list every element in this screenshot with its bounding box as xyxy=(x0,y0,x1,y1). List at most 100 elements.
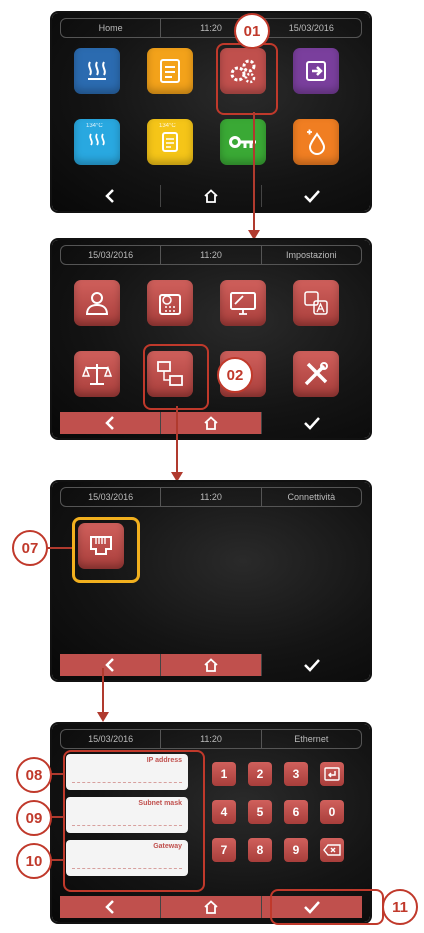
checkmark-icon xyxy=(304,190,320,203)
enter-key[interactable] xyxy=(320,762,344,786)
water-tile[interactable] xyxy=(293,119,339,165)
confirm-button[interactable] xyxy=(262,654,362,676)
chevron-left-icon xyxy=(105,416,114,430)
connectivity-navbar xyxy=(60,654,362,676)
settings-topbar: 15/03/2016 11:20 Impostazioni xyxy=(60,245,362,265)
back-button[interactable] xyxy=(60,412,161,434)
user-tile[interactable] xyxy=(74,280,120,326)
step-badge-01: 01 xyxy=(234,13,270,49)
confirm-button[interactable] xyxy=(262,412,362,434)
back-button[interactable] xyxy=(60,896,161,918)
calendar-clock-icon xyxy=(159,294,181,315)
sterilization-icon xyxy=(89,133,105,146)
checklist-icon xyxy=(160,59,180,83)
key-6[interactable]: 6 xyxy=(284,800,308,824)
home-icon xyxy=(204,900,218,914)
home-button[interactable] xyxy=(161,896,262,918)
connectivity-topbar: 15/03/2016 11:20 Connettività xyxy=(60,487,362,507)
confirm-button[interactable] xyxy=(262,185,362,207)
exit-icon xyxy=(306,61,326,81)
topbar-time: 11:20 xyxy=(161,246,262,264)
water-drop-icon xyxy=(307,129,326,155)
display-tile[interactable] xyxy=(220,280,266,326)
sterilization-tile[interactable]: 134°C xyxy=(74,119,120,165)
topbar-date: 15/03/2016 xyxy=(288,23,334,33)
scale-tile[interactable] xyxy=(74,351,120,397)
topbar-title: Home xyxy=(61,19,162,37)
chevron-left-icon xyxy=(105,189,114,203)
ethernet-topbar: 15/03/2016 11:20 Ethernet xyxy=(60,729,362,749)
key-3[interactable]: 3 xyxy=(284,762,308,786)
flow-connector xyxy=(176,406,178,476)
program-temp-label: 134°C xyxy=(159,123,176,129)
key-1[interactable]: 1 xyxy=(212,762,236,786)
step-badge-08: 08 xyxy=(16,757,52,793)
confirm-highlight xyxy=(270,889,384,925)
back-button[interactable] xyxy=(60,654,161,676)
key-7[interactable]: 7 xyxy=(212,838,236,862)
arrow-down-icon xyxy=(248,230,260,240)
topbar-date: 15/03/2016 xyxy=(61,730,162,748)
back-button[interactable] xyxy=(60,185,161,207)
topbar-title: Ethernet xyxy=(294,734,329,744)
home-screen: Home 11:20 15/03/2016 134°C 134°C xyxy=(52,13,370,211)
key-2[interactable]: 2 xyxy=(248,762,272,786)
home-button[interactable] xyxy=(161,185,262,207)
step-badge-07: 07 xyxy=(12,530,48,566)
checkmark-icon xyxy=(304,659,320,672)
topbar-time: 11:20 xyxy=(161,488,262,506)
chevron-left-icon xyxy=(105,658,114,672)
flow-connector xyxy=(102,668,104,716)
topbar-date: 15/03/2016 xyxy=(61,488,162,506)
language-tile[interactable] xyxy=(293,280,339,326)
enter-icon xyxy=(324,767,340,781)
program-icon xyxy=(162,132,178,152)
flow-connector xyxy=(253,112,255,234)
step-badge-10: 10 xyxy=(16,843,52,879)
home-topbar: Home 11:20 15/03/2016 xyxy=(60,18,362,38)
sterilization-temp-label: 134°C xyxy=(86,123,103,129)
topbar-title: Impostazioni xyxy=(286,250,337,260)
arrow-down-icon xyxy=(171,472,183,482)
settings-navbar xyxy=(60,412,362,434)
home-icon xyxy=(204,189,218,203)
step-badge-11: 11 xyxy=(382,889,418,925)
user-icon xyxy=(85,292,109,315)
key-9[interactable]: 9 xyxy=(284,838,308,862)
ethernet-highlight xyxy=(72,517,140,583)
settings-highlight xyxy=(216,43,278,115)
connectivity-highlight xyxy=(143,344,209,410)
flow-connector xyxy=(44,547,72,549)
heating-icon xyxy=(88,61,106,80)
home-icon xyxy=(204,416,218,430)
key-0[interactable]: 0 xyxy=(320,800,344,824)
home-button[interactable] xyxy=(161,654,262,676)
key-tile[interactable] xyxy=(220,119,266,165)
backspace-icon xyxy=(323,844,341,856)
key-4[interactable]: 4 xyxy=(212,800,236,824)
datetime-tile[interactable] xyxy=(147,280,193,326)
tools-icon xyxy=(304,362,328,386)
step-badge-09: 09 xyxy=(16,800,52,836)
checkmark-icon xyxy=(304,417,320,430)
monitor-icon xyxy=(230,292,256,315)
home-navbar xyxy=(60,185,362,207)
chevron-left-icon xyxy=(105,900,114,914)
tools-tile[interactable] xyxy=(293,351,339,397)
checklist-tile[interactable] xyxy=(147,48,193,94)
heating-tile[interactable] xyxy=(74,48,120,94)
topbar-date: 15/03/2016 xyxy=(61,246,162,264)
language-icon xyxy=(304,291,328,315)
exit-tile[interactable] xyxy=(293,48,339,94)
balance-scale-icon xyxy=(82,364,112,385)
backspace-key[interactable] xyxy=(320,838,344,862)
program-tile[interactable]: 134°C xyxy=(147,119,193,165)
arrow-down-icon xyxy=(97,712,109,722)
topbar-title: Connettività xyxy=(287,492,336,502)
key-8[interactable]: 8 xyxy=(248,838,272,862)
settings-screen: 15/03/2016 11:20 Impostazioni xyxy=(52,240,370,438)
step-badge-02: 02 xyxy=(217,357,253,393)
topbar-time: 11:20 xyxy=(161,730,262,748)
key-5[interactable]: 5 xyxy=(248,800,272,824)
home-icon xyxy=(204,658,218,672)
